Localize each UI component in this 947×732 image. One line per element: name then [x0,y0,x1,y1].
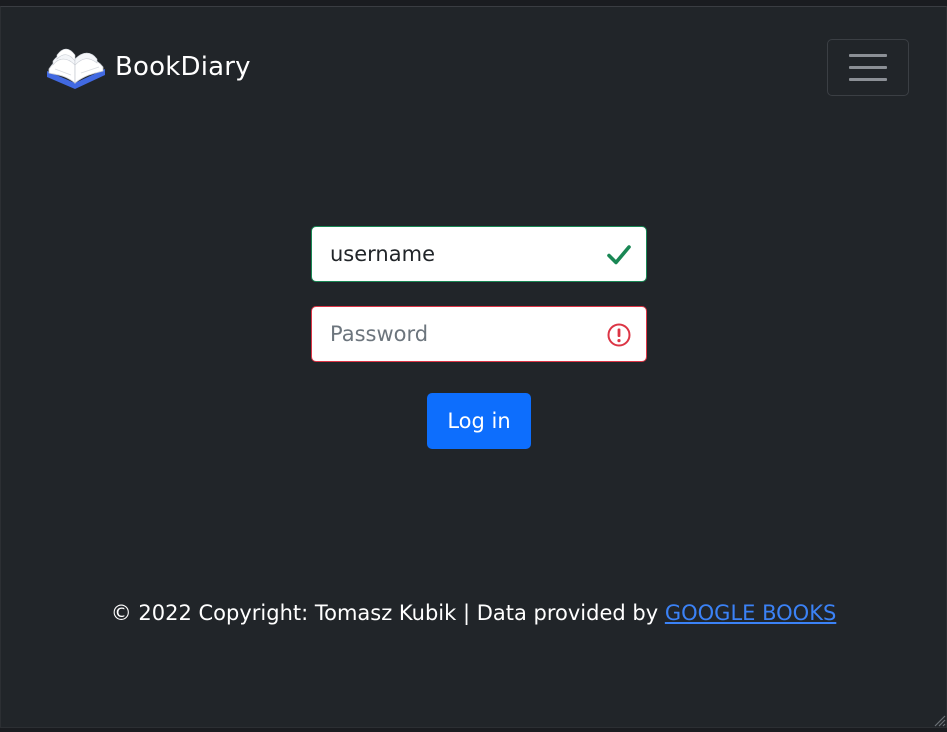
brand-link[interactable]: BookDiary [45,45,251,89]
footer: © 2022 Copyright: Tomasz Kubik | Data pr… [1,601,946,625]
exclamation-circle-icon [607,323,631,347]
hamburger-menu-icon [849,54,887,57]
login-form: Log in [311,226,647,449]
google-books-link[interactable]: GOOGLE BOOKS [665,601,836,625]
checkmark-icon [607,245,631,265]
username-field-wrapper [311,226,647,282]
username-input[interactable] [312,227,646,281]
password-input[interactable] [312,307,646,361]
copyright-text: © 2022 Copyright: Tomasz Kubik | Data pr… [110,601,665,625]
resize-grip-icon[interactable] [930,711,946,727]
open-book-icon [47,48,105,89]
login-button[interactable]: Log in [427,393,531,449]
hamburger-menu-icon [849,78,887,81]
password-field-wrapper [311,306,647,362]
navbar: BookDiary [1,7,946,127]
hamburger-menu-icon [849,66,887,69]
app-window: BookDiary Log in © 2022 Copyright: Tomas… [0,6,947,728]
navbar-toggler-button[interactable] [827,39,909,96]
brand-name: BookDiary [115,52,251,82]
